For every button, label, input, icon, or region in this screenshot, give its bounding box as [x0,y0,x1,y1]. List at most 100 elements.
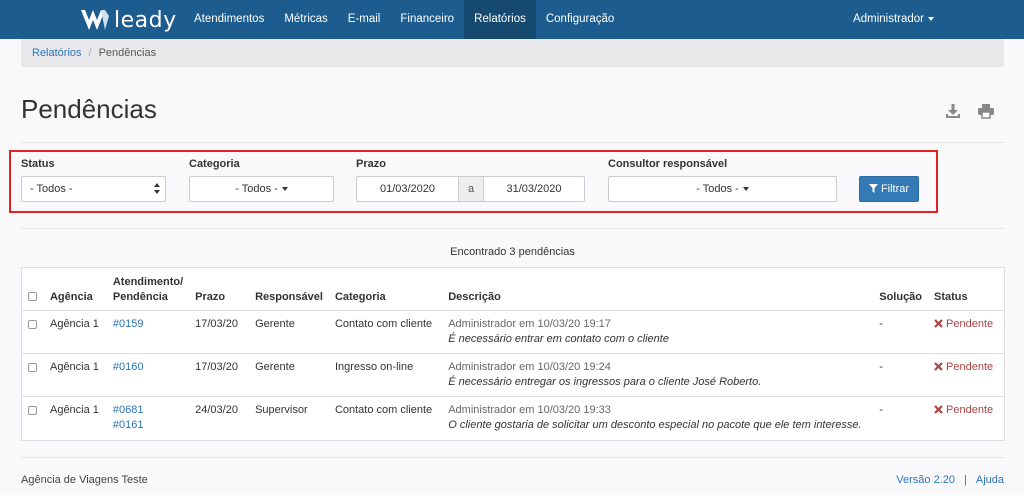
x-icon [934,361,943,371]
caret-down-icon [281,187,288,192]
row-checkbox[interactable] [28,362,37,372]
breadcrumb-link-relatorios[interactable]: Relatórios [32,47,82,59]
title-divider [21,142,1004,143]
status-badge[interactable]: Pendente [934,318,993,330]
cell-responsavel: Supervisor [255,403,308,416]
prazo-to-input[interactable]: 31/03/2020 [483,176,585,202]
header-atendimento: Atendimento/Pendência [106,268,190,311]
descricao-text: É necessário entregar os ingressos para … [448,375,762,388]
main-nav: Atendimentos Métricas E-mail Financeiro … [184,0,624,39]
nav-atendimentos[interactable]: Atendimentos [184,0,274,39]
nav-financeiro[interactable]: Financeiro [390,0,464,39]
cell-descricao: Administrador em 10/03/20 19:24 É necessá… [442,353,874,397]
header-status: Status [928,268,1004,311]
header-descricao: Descrição [442,268,874,311]
top-navbar: leady Atendimentos Métricas E-mail Finan… [0,0,1024,39]
nav-email[interactable]: E-mail [338,0,391,39]
download-icon[interactable] [944,102,962,120]
cell-responsavel: Gerente [249,353,329,397]
atendimento-link[interactable]: #0681 [113,403,183,418]
categoria-dropdown[interactable]: - Todos - [189,176,334,202]
cell-responsavel: Gerente [249,310,329,354]
pendencia-link[interactable]: #0161 [113,418,183,433]
header-select-all [22,268,44,311]
prazo-range-separator: a [458,176,484,202]
status-badge[interactable]: Pendente [934,404,993,416]
page-title: Pendências [21,94,157,124]
cell-prazo: 24/03/20 [195,403,238,416]
status-filter-label: Status [21,158,55,170]
pendencias-table: Agência Atendimento/Pendência Prazo Resp… [21,267,1005,441]
breadcrumb-separator: / [88,47,92,59]
cell-status: Pendente [928,310,1004,354]
cell-prazo: 17/03/20 [189,310,250,354]
status-badge[interactable]: Pendente [934,361,993,373]
table-row: Agência 1 #0160 17/03/20 Gerente Ingress… [22,353,1004,397]
header-categoria: Categoria [328,268,443,311]
x-icon [934,318,943,328]
atendimento-link[interactable]: #0159 [113,317,183,332]
header-atendimento-line1: Atendimento/ [112,275,184,288]
descricao-meta: Administrador em 10/03/20 19:24 [448,360,611,373]
caret-down-icon [742,187,749,192]
filter-button[interactable]: Filtrar [859,176,919,202]
header-responsavel: Responsável [249,268,329,311]
footer-links: Versão 2.20 | Ajuda [896,474,1004,486]
filter-button-label: Filtrar [880,183,910,195]
user-menu[interactable]: Administrador [853,0,934,39]
row-checkbox[interactable] [28,405,37,415]
cell-status: Pendente [928,353,1004,397]
status-select[interactable]: - Todos - [21,176,166,202]
breadcrumb: Relatórios / Pendências [21,39,1004,67]
header-agencia: Agência [43,268,107,311]
table-header-row: Agência Atendimento/Pendência Prazo Resp… [22,268,1004,311]
cell-atendimento: #0160 [106,353,190,397]
print-icon[interactable] [977,102,995,120]
cell-solucao: - [873,353,929,397]
help-link[interactable]: Ajuda [976,474,1004,486]
descricao-meta: Administrador em 10/03/20 19:17 [448,317,611,330]
brand-logo[interactable]: leady [80,5,177,35]
nav-metricas[interactable]: Métricas [274,0,337,39]
prazo-from-input[interactable]: 01/03/2020 [356,176,459,202]
consultor-filter-label: Consultor responsável [608,158,728,170]
footer-company: Agência de Viagens Teste [21,474,148,486]
cell-solucao: - [879,403,883,416]
filter-divider [21,228,1004,229]
select-all-checkbox[interactable] [28,291,37,301]
result-summary: Encontrado 3 pendências [450,246,575,258]
cell-agencia: Agência 1 [43,310,107,354]
prazo-filter-label: Prazo [356,158,386,170]
cell-solucao: - [873,310,929,354]
table-row: Agência 1 #0159 17/03/20 Gerente Contato… [22,310,1004,354]
status-select-value: - Todos - [30,183,73,195]
descricao-text: É necessário entrar em contato com o cli… [448,332,669,345]
status-label: Pendente [946,317,994,330]
row-checkbox[interactable] [28,319,37,329]
header-solucao: Solução [873,268,929,311]
footer-divider [21,457,1004,458]
cell-categoria: Contato com cliente [334,403,433,416]
nav-configuracao[interactable]: Configuração [536,0,624,39]
user-name: Administrador [853,13,924,25]
cell-atendimento: #0159 [106,310,190,354]
cell-agencia: Agência 1 [43,353,107,397]
x-icon [934,404,943,414]
brand-name: leady [114,7,177,33]
version-link[interactable]: Versão 2.20 [896,474,955,486]
atendimento-link[interactable]: #0160 [113,360,183,375]
header-atendimento-line2: Pendência [112,290,168,303]
nav-relatorios[interactable]: Relatórios [464,0,536,39]
breadcrumb-current: Pendências [98,47,157,59]
cell-categoria: Contato com cliente [328,310,443,354]
descricao-meta: Administrador em 10/03/20 19:33 [448,403,611,416]
filter-icon [868,184,878,193]
header-prazo: Prazo [189,268,250,311]
consultor-dropdown[interactable]: - Todos - [608,176,837,202]
caret-down-icon [928,16,934,21]
cell-categoria: Ingresso on-line [328,353,443,397]
footer-separator: | [964,474,967,486]
cell-status: Pendente [928,396,1004,439]
cell-agencia: Agência 1 [49,403,99,416]
consultor-dropdown-value: - Todos - [696,183,739,195]
